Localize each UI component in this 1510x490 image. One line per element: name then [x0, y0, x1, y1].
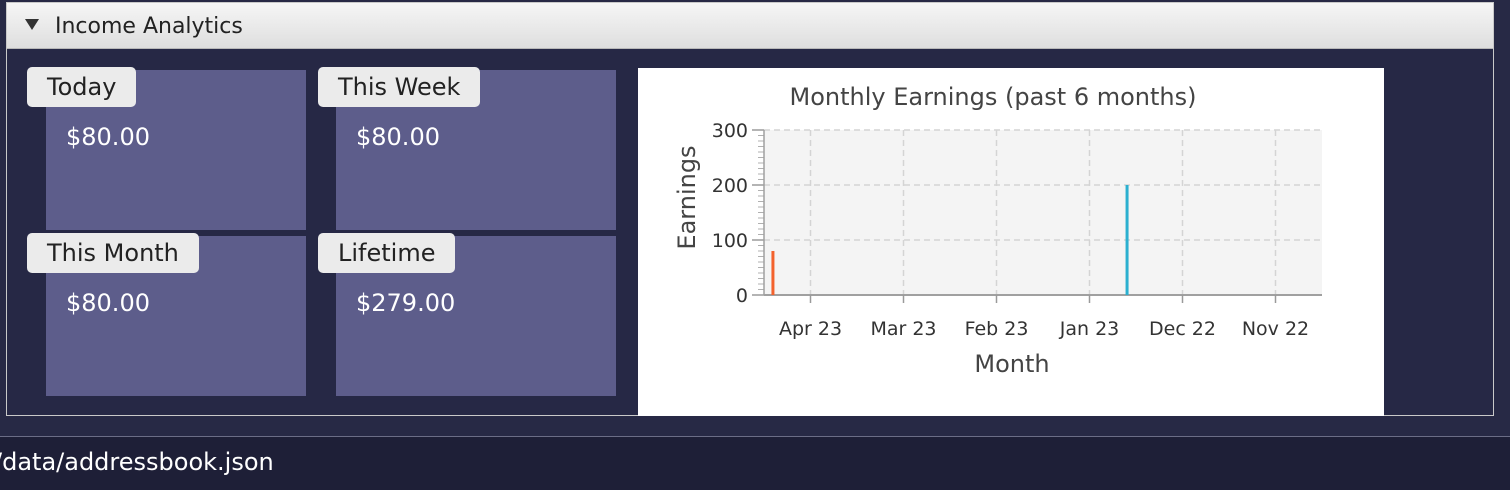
card-this-week-value: $80.00	[356, 123, 440, 151]
y-axis-label: Earnings	[673, 145, 701, 249]
card-lifetime-value: $279.00	[356, 289, 456, 317]
bar-apr-23-series-1	[771, 251, 775, 295]
chart-title: Monthly Earnings (past 6 months)	[789, 83, 1196, 111]
monthly-earnings-chart: 0 100 200 300 Apr 23 Mar 23 Feb 23 Jan 23 Dec 22…	[638, 68, 1384, 416]
x-tick-label: Mar 23	[870, 318, 936, 340]
chart-svg: 0 100 200 300 Apr 23 Mar 23 Feb 23 Jan 23 Dec 22…	[673, 83, 1322, 378]
x-tick-label: Jan 23	[1059, 318, 1120, 340]
status-bar: /data/addressbook.json	[0, 437, 1510, 490]
card-lifetime-label: Lifetime	[318, 233, 456, 273]
pane-title: Income Analytics	[55, 14, 243, 39]
y-tick-label: 100	[712, 230, 748, 252]
x-tick-label: Feb 23	[965, 318, 1029, 340]
x-tick-label: Apr 23	[779, 318, 842, 340]
bar-jan-23-series-2	[1125, 185, 1129, 295]
card-this-week-label: This Week	[318, 67, 481, 107]
plot-background	[764, 130, 1322, 295]
collapse-arrow-icon[interactable]	[25, 19, 39, 30]
card-today-label: Today	[27, 67, 137, 107]
card-today-value: $80.00	[66, 123, 150, 151]
card-this-month-value: $80.00	[66, 289, 150, 317]
x-axis-label: Month	[974, 350, 1049, 378]
y-tick-label: 200	[712, 175, 748, 197]
card-this-month-label: This Month	[27, 233, 199, 273]
x-tick-label: Nov 22	[1242, 318, 1309, 340]
pane-header[interactable]: Income Analytics	[7, 3, 1493, 49]
x-tick-label: Dec 22	[1149, 318, 1216, 340]
y-tick-label: 0	[736, 285, 748, 307]
y-tick-label: 300	[712, 120, 748, 142]
save-location-path: /data/addressbook.json	[0, 448, 274, 476]
